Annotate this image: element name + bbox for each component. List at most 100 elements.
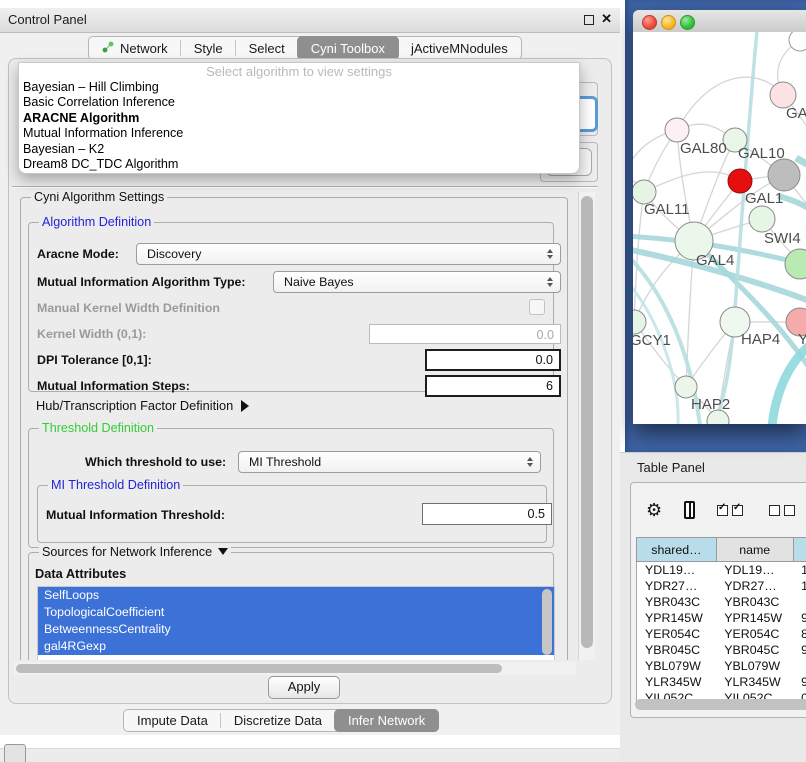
node-table[interactable]: shared…name YDL19…YDL19…13YDR27…YDR27…12… <box>636 537 806 707</box>
tab-style[interactable]: Style <box>181 37 236 59</box>
aracne-mode-select[interactable]: Discovery <box>136 243 561 265</box>
network-window-titlebar[interactable] <box>633 10 806 33</box>
kernel-width-field[interactable]: 0.0 <box>369 324 561 344</box>
tab-jactivemnodules[interactable]: jActiveMNodules <box>398 37 521 59</box>
table-row[interactable]: YBL079WYBL079W <box>637 658 806 674</box>
algorithm-definition-group: Algorithm Definition Aracne Mode: Discov… <box>28 222 554 392</box>
tab-impute-data[interactable]: Impute Data <box>124 710 221 731</box>
vertical-scrollbar-thumb[interactable] <box>581 196 593 648</box>
algorithm-option[interactable]: Dream8 DC_TDC Algorithm <box>19 157 579 172</box>
node-label: GCY1 <box>633 332 671 349</box>
split-panel-icon[interactable] <box>684 501 695 519</box>
network-node[interactable] <box>749 206 775 232</box>
control-panel-titlebar[interactable]: Control Panel ✕ <box>0 8 620 33</box>
tab-select[interactable]: Select <box>236 37 298 59</box>
network-edge[interactable] <box>772 342 806 424</box>
dpi-tolerance-field[interactable]: 0.0 <box>425 349 561 371</box>
column-header[interactable]: shared… <box>637 538 717 562</box>
sources-toggle[interactable]: Sources for Network Inference <box>39 545 231 559</box>
table-horizontal-scrollbar-thumb[interactable] <box>635 699 806 710</box>
algorithm-option[interactable]: Bayesian – Hill Climbing <box>19 80 579 95</box>
network-node[interactable] <box>665 118 689 142</box>
table-cell: YDL19… <box>716 562 793 579</box>
tab-cyni-toolbox[interactable]: Cyni Toolbox <box>297 36 399 60</box>
table-cell: YBL079W <box>637 658 717 674</box>
table-row[interactable]: YER054CYER054C8. <box>637 626 806 642</box>
tab-label: Network <box>120 41 168 56</box>
column-header[interactable]: name <box>716 538 793 562</box>
column-header[interactable] <box>793 538 806 562</box>
table-row[interactable]: YBR045CYBR045C9. <box>637 642 806 658</box>
tab-label: jActiveMNodules <box>411 41 508 56</box>
minimized-panel-button[interactable] <box>4 744 26 762</box>
deselect-all-icon[interactable] <box>769 505 799 516</box>
table-body[interactable]: YDL19…YDL19…13YDR27…YDR27…12YBR043CYBR04… <box>637 562 806 707</box>
manual-kernel-label: Manual Kernel Width Definition <box>37 301 220 315</box>
table-row[interactable]: YPR145WYPR145W9. <box>637 610 806 626</box>
vertical-scrollbar[interactable] <box>578 192 595 660</box>
tab-label: Cyni Toolbox <box>311 41 385 56</box>
network-edge[interactable] <box>714 32 757 424</box>
tab-discretize-data[interactable]: Discretize Data <box>221 710 335 731</box>
collapse-arrow-icon <box>218 548 228 555</box>
node-label: GAL1 <box>745 190 783 207</box>
tab-label: Discretize Data <box>234 713 322 728</box>
which-threshold-select[interactable]: MI Threshold <box>238 451 541 473</box>
select-all-icon[interactable] <box>717 505 747 516</box>
bottom-tabbar: Impute Data Discretize Data Infer Networ… <box>123 709 439 732</box>
algorithm-option[interactable]: ARACNE Algorithm <box>19 111 579 126</box>
network-node[interactable] <box>675 376 697 398</box>
settings-scrollpane[interactable]: Cyni Algorithm Settings Algorithm Defini… <box>14 192 576 660</box>
table-cell: 9. <box>793 610 806 626</box>
mi-threshold-field[interactable]: 0.5 <box>422 503 552 525</box>
close-traffic-light-icon[interactable] <box>642 15 657 30</box>
list-scrollbar[interactable] <box>542 589 552 655</box>
table-row[interactable]: YBR043CYBR043C <box>637 594 806 610</box>
table-row[interactable]: YLR345WYLR345W9. <box>637 674 806 690</box>
network-edge[interactable] <box>677 77 783 130</box>
spinner-arrows-icon <box>547 277 553 287</box>
table-header-row[interactable]: shared…name <box>637 538 806 562</box>
close-icon[interactable]: ✕ <box>601 11 612 27</box>
tab-label: Select <box>249 41 285 56</box>
screen: GALGAL80GAL10GAL1GAL11SWI4GAL4GCY1HAP4YH… <box>0 0 806 762</box>
minimize-traffic-light-icon[interactable] <box>661 15 676 30</box>
horizontal-scrollbar-thumb[interactable] <box>16 664 502 673</box>
attribute-list-item[interactable]: gal4RGexp <box>38 638 554 655</box>
network-node[interactable] <box>785 249 806 279</box>
table-cell: 8. <box>793 626 806 642</box>
data-attributes-list[interactable]: SelfLoopsTopologicalCoefficientBetweenne… <box>37 586 555 660</box>
network-node[interactable] <box>633 310 646 334</box>
tab-network[interactable]: Network <box>89 37 181 59</box>
hub-definition-toggle[interactable]: Hub/Transcription Factor Definition <box>36 398 249 413</box>
tab-infer-network[interactable]: Infer Network <box>334 709 439 732</box>
table-cell: YPR145W <box>637 610 717 626</box>
table-row[interactable]: YDR27…YDR27…12 <box>637 578 806 594</box>
tab-label: Impute Data <box>137 713 208 728</box>
table-row[interactable]: YDL19…YDL19…13 <box>637 562 806 579</box>
spinner-arrows-icon <box>527 457 533 467</box>
node-label: GAL <box>786 105 806 122</box>
zoom-traffic-light-icon[interactable] <box>680 15 695 30</box>
attribute-list-item[interactable]: BetweennessCentrality <box>38 621 554 638</box>
manual-kernel-checkbox[interactable] <box>529 299 545 315</box>
network-canvas[interactable]: GALGAL80GAL10GAL1GAL11SWI4GAL4GCY1HAP4YH… <box>633 32 806 424</box>
algorithm-option[interactable]: Basic Correlation Inference <box>19 95 579 110</box>
apply-button[interactable]: Apply <box>268 676 340 699</box>
table-cell <box>793 658 806 674</box>
attribute-list-item[interactable]: SelfLoops <box>38 587 554 604</box>
network-edge[interactable] <box>644 172 740 192</box>
gear-icon[interactable]: ⚙ <box>646 500 662 521</box>
network-graph[interactable]: GALGAL80GAL10GAL1GAL11SWI4GAL4GCY1HAP4YH… <box>633 32 806 424</box>
horizontal-scrollbar[interactable] <box>14 662 576 675</box>
network-node[interactable] <box>789 32 806 51</box>
mi-algorithm-type-select[interactable]: Naive Bayes <box>273 271 561 293</box>
mi-steps-field[interactable]: 6 <box>425 375 561 397</box>
algorithm-option[interactable]: Bayesian – K2 <box>19 142 579 157</box>
network-edge[interactable] <box>633 280 678 424</box>
network-node[interactable] <box>768 159 800 191</box>
float-window-icon[interactable] <box>584 15 594 25</box>
attribute-list-item[interactable]: TopologicalCoefficient <box>38 604 554 621</box>
tab-label: Infer Network <box>348 713 425 728</box>
algorithm-option[interactable]: Mutual Information Inference <box>19 126 579 141</box>
